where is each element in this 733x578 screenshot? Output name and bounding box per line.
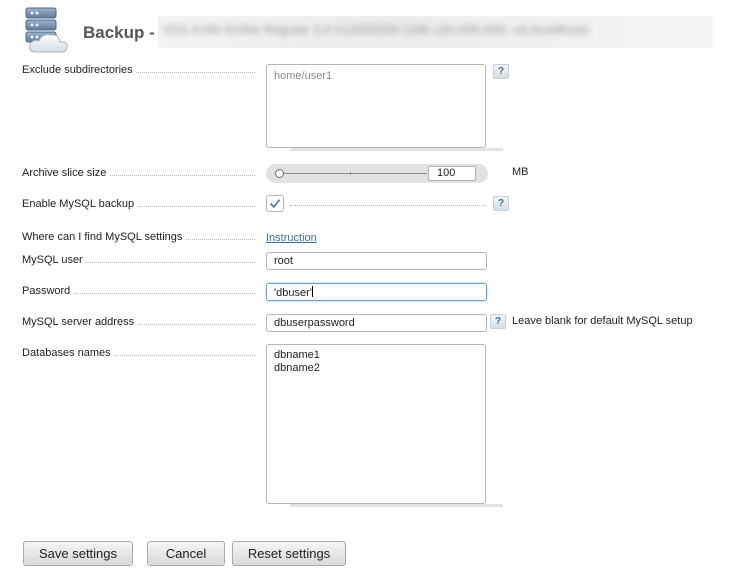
archive-slice-slider[interactable]: 100 <box>266 164 488 183</box>
page-header: Backup - VDS KVM NVMe Regular 3.0 #13000… <box>0 0 733 62</box>
instruction-link[interactable]: Instruction <box>266 232 317 244</box>
exclude-subdirectories-placeholder: home/user1 <box>274 70 333 82</box>
unit-label: MB <box>512 166 529 178</box>
redacted-server-text: VDS KVM NVMe Regular 3.0 #13000000 (188.… <box>162 22 590 37</box>
help-icon[interactable]: ? <box>490 314 506 329</box>
mysql-server-address-input[interactable]: dbuserpassword <box>266 314 487 332</box>
textarea-scrollbar[interactable] <box>290 148 503 151</box>
slider-handle[interactable] <box>275 169 284 178</box>
textarea-scrollbar[interactable] <box>290 504 503 507</box>
label-enable-mysql-backup: Enable MySQL backup <box>22 198 255 210</box>
text-caret <box>311 286 313 297</box>
exclude-subdirectories-textarea[interactable]: home/user1 <box>266 64 486 148</box>
label-exclude-subdirectories: Exclude subdirectories <box>22 64 255 76</box>
help-icon[interactable]: ? <box>493 64 509 79</box>
server-cloud-icon <box>25 7 68 53</box>
redacted-server-name: VDS KVM NVMe Regular 3.0 #13000000 (188.… <box>158 16 713 48</box>
mysql-user-input[interactable]: root <box>266 252 487 270</box>
database-line: dbname2 <box>274 362 320 374</box>
reset-settings-button[interactable]: Reset settings <box>232 541 346 566</box>
row-leader <box>290 205 486 206</box>
page-title: Backup - <box>83 23 155 42</box>
label-password: Password <box>22 285 255 297</box>
label-archive-slice-size: Archive slice size <box>22 167 255 179</box>
password-input[interactable]: 'dbuser' <box>266 283 487 301</box>
enable-mysql-checkbox[interactable] <box>266 195 284 212</box>
slider-line <box>279 173 427 174</box>
checkmark-icon <box>269 199 281 209</box>
save-settings-button[interactable]: Save settings <box>23 541 133 566</box>
help-icon[interactable]: ? <box>493 196 509 211</box>
label-mysql-server-address: MySQL server address <box>22 316 255 328</box>
label-mysql-settings: Where can I find MySQL settings <box>22 231 255 243</box>
databases-names-textarea[interactable]: dbname1 dbname2 <box>266 344 486 504</box>
slider-tick <box>350 172 351 175</box>
password-value: 'dbuser' <box>274 287 312 299</box>
server-address-hint: Leave blank for default MySQL setup <box>512 315 693 327</box>
database-line: dbname1 <box>274 349 320 361</box>
label-mysql-user: MySQL user <box>22 254 255 266</box>
label-databases-names: Databases names <box>22 347 255 359</box>
cancel-button[interactable]: Cancel <box>147 541 225 566</box>
archive-slice-size-input[interactable]: 100 <box>428 166 476 181</box>
